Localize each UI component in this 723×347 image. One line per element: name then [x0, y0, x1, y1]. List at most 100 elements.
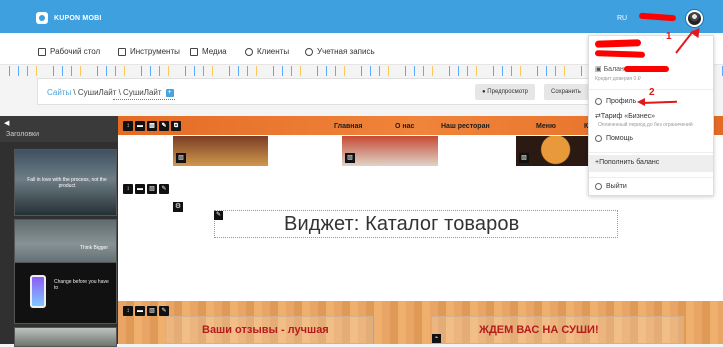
invite-title: ЖДЕМ ВАС НА СУШИ!: [479, 324, 599, 336]
nav-account[interactable]: Учетная запись: [305, 47, 375, 56]
reviews-title: Ваши отзывы - лучшая: [202, 324, 329, 336]
logo-icon: [36, 12, 48, 24]
help-menu-item[interactable]: Помощь: [595, 135, 633, 142]
sidebar-heading: Заголовки: [0, 116, 118, 142]
tools-icon: [118, 47, 126, 56]
edit-icon[interactable]: ✎: [159, 306, 169, 316]
logout-menu-item[interactable]: Выйти: [595, 183, 627, 190]
catalog-block-tools: ↕ ▬ ▧ ✎: [123, 184, 169, 194]
media-icon: [190, 47, 198, 56]
annotation-number-1: 1: [666, 31, 672, 42]
copy-icon[interactable]: ⧉: [171, 121, 181, 131]
add-page-button[interactable]: +: [165, 88, 174, 97]
nav-dashboard[interactable]: Рабочий стол: [38, 47, 100, 56]
redacted-account-email: [594, 50, 646, 58]
nav-account-label: Учетная запись: [317, 47, 375, 56]
top-up-label-row: + Пополнить баланс: [595, 159, 659, 166]
restaurant-photo-1[interactable]: ▧: [173, 135, 268, 166]
image-icon[interactable]: ▧: [176, 153, 186, 163]
collapse-sidebar-icon[interactable]: ◀: [4, 119, 9, 127]
image-icon[interactable]: ▧: [147, 121, 157, 131]
logout-icon: [595, 183, 602, 190]
annotation-arrowhead: [637, 98, 645, 106]
heading-template-landscape[interactable]: [14, 327, 117, 347]
profile-label: Профиль: [606, 98, 637, 105]
nav-dashboard-label: Рабочий стол: [50, 47, 101, 56]
plan-label: Тариф «Бизнес»: [600, 112, 655, 120]
preview-button[interactable]: ● Предпросмотр: [475, 84, 535, 100]
block-tools-menu: ↕ ▬ ▧ ✎ ⧉: [123, 121, 181, 131]
image-icon[interactable]: ▧: [147, 306, 157, 316]
move-icon[interactable]: ↕: [123, 306, 133, 316]
account-icon: [305, 47, 313, 56]
redacted-balance: [624, 66, 669, 72]
link-icon[interactable]: ⌁: [432, 334, 441, 343]
edit-icon[interactable]: ✎: [159, 121, 169, 131]
top-navigation-bar: KUPON MOBI RU: [0, 0, 723, 33]
help-label: Помощь: [606, 135, 634, 142]
divider: [589, 177, 713, 178]
logout-label: Выйти: [606, 183, 627, 190]
wallet-icon: ▣: [595, 66, 602, 73]
move-icon[interactable]: ↕: [123, 184, 133, 194]
breadcrumb-underline: [113, 99, 175, 100]
top-up-label: Пополнить баланс: [599, 159, 660, 166]
site-editor-toolbar: Сайты \ СушиЛайт \ СушиЛайт + ● Предпросм…: [37, 78, 651, 105]
clients-icon: [245, 47, 253, 56]
save-button[interactable]: Сохранить: [544, 84, 588, 100]
phone-illustration: [30, 275, 46, 308]
template-sidebar: ◀ Заголовки Fall in love with the proces…: [0, 116, 118, 347]
breadcrumb-path: \ СушиЛайт \ СушиЛайт: [71, 88, 162, 97]
preview-label: Предпросмотр: [487, 89, 528, 95]
breadcrumb: Сайты \ СушиЛайт \ СушиЛайт +: [47, 88, 174, 97]
site-menu-restaurant[interactable]: Наш ресторан: [441, 123, 490, 130]
nav-media[interactable]: Медиа: [190, 47, 227, 56]
logo-text: KUPON MOBI: [54, 14, 102, 22]
divider: [589, 152, 713, 153]
business-plan-menu-item[interactable]: ⇄ Тариф «Бизнес»: [595, 112, 655, 121]
nav-tools-label: Инструменты: [130, 47, 180, 56]
plan-period-text: Оплаченный период до без ограничений: [598, 122, 693, 128]
account-dropdown-menu: ▣ Баланс Кредит доверия 0 ₽ Профиль ⇄ Та…: [588, 35, 714, 196]
kuponmobi-logo[interactable]: KUPON MOBI: [36, 12, 102, 24]
reviews-section: ↕ ▬ ▧ ✎ Ваши отзывы - лучшая ⌁ ЖДЕМ ВАС …: [118, 301, 723, 344]
annotation-number-2: 2: [649, 87, 655, 98]
reviews-block-tools: ↕ ▬ ▧ ✎: [123, 306, 169, 316]
site-menu-home[interactable]: Главная: [334, 123, 362, 130]
redacted-user-name[interactable]: [638, 12, 677, 22]
widget-title: Виджет: Каталог товаров: [284, 213, 520, 235]
image-icon[interactable]: ▧: [519, 153, 529, 163]
nav-tools[interactable]: Инструменты: [118, 47, 180, 56]
heading-template-mountain[interactable]: Fall in love with the process, not the p…: [14, 149, 117, 216]
restaurant-photo-2[interactable]: ▧: [342, 135, 438, 166]
food-photo[interactable]: ▧: [516, 135, 588, 166]
template-2-text: Think Bigger: [79, 245, 108, 251]
profile-menu-item[interactable]: Профиль: [595, 98, 636, 105]
image-icon[interactable]: ▧: [345, 153, 355, 163]
help-icon: [595, 135, 602, 142]
heading-template-phone[interactable]: Change before you have to: [14, 262, 117, 324]
nav-clients-label: Клиенты: [257, 47, 290, 56]
nav-media-label: Медиа: [202, 47, 227, 56]
delete-icon[interactable]: ▬: [135, 306, 145, 316]
user-icon: [595, 98, 602, 105]
breadcrumb-sites-link[interactable]: Сайты: [47, 88, 71, 97]
nav-clients[interactable]: Клиенты: [245, 47, 289, 56]
eye-icon: ●: [482, 89, 486, 95]
widget-edit-icon[interactable]: ✎: [214, 211, 223, 220]
move-icon[interactable]: ↕: [123, 121, 133, 131]
delete-icon[interactable]: ▬: [135, 121, 145, 131]
dashboard-icon: [38, 47, 46, 56]
template-1-text: Fall in love with the process, not the p…: [27, 177, 107, 189]
site-menu-menu[interactable]: Меню: [536, 123, 556, 130]
trust-credit-text: Кредит доверия 0 ₽: [595, 76, 641, 82]
delete-icon[interactable]: ▬: [135, 184, 145, 194]
edit-icon[interactable]: ✎: [159, 184, 169, 194]
settings-gear-icon[interactable]: ⚙: [173, 202, 183, 212]
site-menu-about[interactable]: О нас: [395, 123, 414, 130]
redacted-account-name: [594, 39, 642, 48]
image-icon[interactable]: ▧: [147, 184, 157, 194]
balance-row: ▣ Баланс: [595, 65, 627, 73]
template-3-text: Change before you have to: [54, 279, 109, 291]
language-selector[interactable]: RU: [617, 15, 627, 22]
